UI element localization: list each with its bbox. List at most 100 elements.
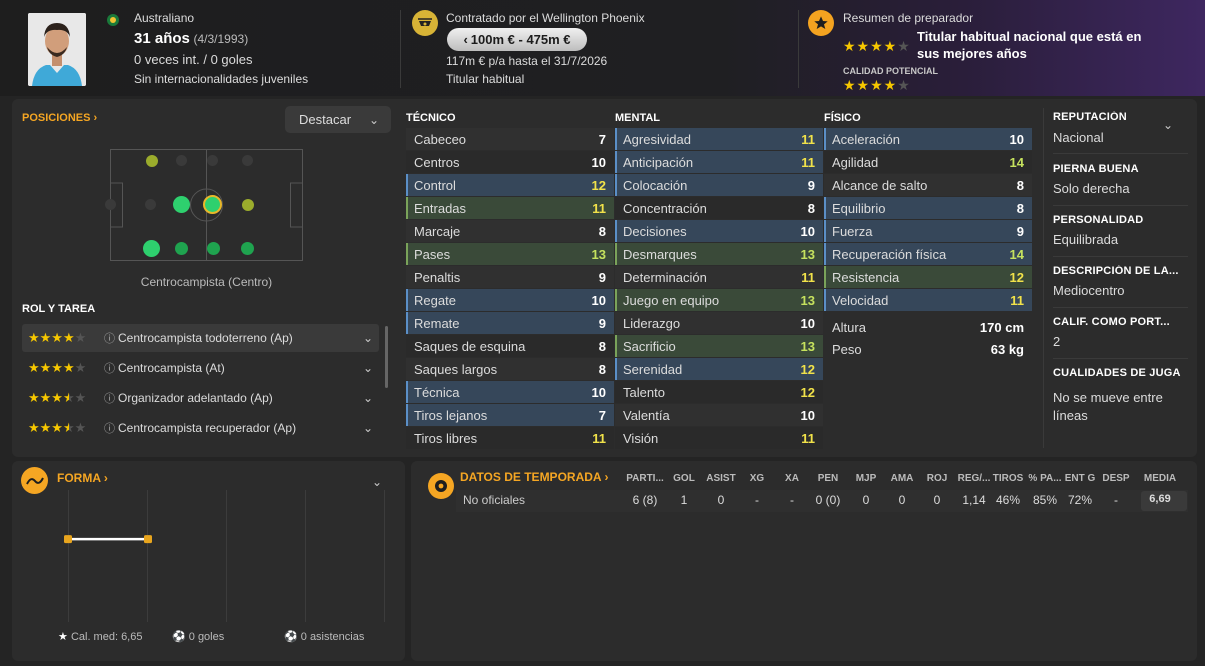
form-link[interactable]: FORMA › [57,471,108,485]
attribute-row[interactable]: Regate 10 [406,289,614,311]
form-icon [21,467,48,494]
attribute-row[interactable]: Centros 10 [406,151,614,173]
attribute-row[interactable]: Sacrificio 13 [615,335,823,357]
form-point[interactable] [64,535,72,544]
attribute-value: 11 [801,131,815,147]
attribute-row[interactable]: Alcance de salto 8 [824,174,1032,196]
coach-report-title[interactable]: Resumen de preparador [843,11,973,25]
attribute-row[interactable]: Visión 11 [615,427,823,449]
attribute-row[interactable]: Agilidad 14 [824,151,1032,173]
info-icon[interactable]: ⓘ [104,360,118,376]
attribute-row[interactable]: Concentración 8 [615,197,823,219]
role-name: Organizador adelantado (Ap) [118,391,273,405]
attribute-value: 10 [591,384,606,400]
positions-link[interactable]: POSICIONES › [22,112,97,124]
attribute-row[interactable]: Juego en equipo 13 [615,289,823,311]
chevron-down-icon[interactable]: ⌄ [363,361,379,375]
attribute-row[interactable]: Desmarques 13 [615,243,823,265]
role-row[interactable]: ★★★★★ ⓘ Centrocampista recuperador (Ap) … [22,414,379,442]
attribute-row[interactable]: Saques largos 8 [406,358,614,380]
role-name: Centrocampista todoterreno (Ap) [118,331,293,345]
attribute-row[interactable]: Talento 12 [615,381,823,403]
season-column-header[interactable]: MEDIA [1136,473,1184,484]
attribute-row[interactable]: Pases 13 [406,243,614,265]
divider [400,10,401,88]
attribute-row[interactable]: Remate 9 [406,312,614,334]
height-label: Altura [832,319,866,335]
attribute-name: Anticipación [623,154,694,170]
attribute-row[interactable]: Velocidad 11 [824,289,1032,311]
info-icon[interactable]: ⓘ [104,390,118,406]
attribute-row[interactable]: Serenidad 12 [615,358,823,380]
attribute-value: 10 [800,223,815,239]
attribute-name: Pases [414,246,451,262]
roles-scrollbar[interactable] [385,326,388,388]
attribute-value: 12 [800,361,815,377]
role-row[interactable]: ★★★★★ ⓘ Centrocampista todoterreno (Ap) … [22,324,379,352]
attribute-row[interactable]: Resistencia 12 [824,266,1032,288]
attribute-row[interactable]: Decisiones 10 [615,220,823,242]
attribute-name: Recuperación física [832,246,947,262]
attribute-row[interactable]: Saques de esquina 8 [406,335,614,357]
attribute-row[interactable]: Recuperación física 14 [824,243,1032,265]
attribute-name: Alcance de salto [832,177,928,193]
attribute-row[interactable]: Fuerza 9 [824,220,1032,242]
chevron-right-icon: › [103,471,108,485]
attribute-value: 8 [598,338,606,354]
attribute-row[interactable]: Cabeceo 7 [406,128,614,150]
attribute-name: Regate [414,292,456,308]
chevron-down-icon[interactable]: ⌄ [1163,118,1173,132]
position-dot-dmc [173,196,190,213]
info-icon[interactable]: ⓘ [104,330,118,346]
attribute-value: 14 [1009,154,1024,170]
attribute-row[interactable]: Técnica 10 [406,381,614,403]
competition-label[interactable]: No oficiales [463,493,525,507]
chevron-down-icon[interactable]: ⌄ [363,391,379,405]
coach-report-icon[interactable] [808,10,834,36]
chevron-down-icon[interactable]: ⌄ [363,421,379,435]
attribute-name: Centros [414,154,460,170]
attribute-row[interactable]: Control 12 [406,174,614,196]
attribute-row[interactable]: Colocación 9 [615,174,823,196]
divider [1053,307,1188,308]
attribute-row[interactable]: Valentía 10 [615,404,823,426]
attribute-value: 12 [800,384,815,400]
attribute-row[interactable]: Entradas 11 [406,197,614,219]
chevron-down-icon[interactable]: ⌄ [363,331,379,345]
weight-label: Peso [832,341,862,357]
position-dot [242,155,253,166]
divider [1043,108,1044,448]
attribute-row[interactable]: Penaltis 9 [406,266,614,288]
attribute-row[interactable]: Marcaje 8 [406,220,614,242]
position-dot [105,199,116,210]
position-dot-dc [175,242,188,255]
role-row[interactable]: ★★★★★ ⓘ Organizador adelantado (Ap) ⌄ [22,384,379,412]
form-point[interactable] [144,535,152,544]
position-dot-ml [146,155,158,167]
season-stats-icon [428,473,454,499]
attribute-row[interactable]: Liderazgo 10 [615,312,823,334]
attribute-row[interactable]: Determinación 11 [615,266,823,288]
potential-label: CALIDAD POTENCIAL [843,66,938,76]
position-dot [145,199,156,210]
contract-title[interactable]: Contratado por el Wellington Phoenix [446,11,645,25]
attribute-row[interactable]: Anticipación 11 [615,151,823,173]
season-column-header[interactable]: DESP [1092,473,1140,484]
attribute-row[interactable]: Equilibrio 8 [824,197,1032,219]
divider [1053,153,1188,154]
chevron-down-icon[interactable]: ⌄ [372,475,382,489]
role-row[interactable]: ★★★★★ ⓘ Centrocampista (At) ⌄ [22,354,379,382]
club-badge-icon[interactable] [412,10,438,36]
season-stats-link[interactable]: DATOS DE TEMPORADA › [460,470,608,484]
attribute-row[interactable]: Agresividad 11 [615,128,823,150]
gridline [226,490,227,622]
highlight-dropdown[interactable]: Destacar ⌄ [285,106,391,133]
attribute-row[interactable]: Aceleración 10 [824,128,1032,150]
attribute-value: 14 [1009,246,1024,262]
attribute-row[interactable]: Tiros libres 11 [406,427,614,449]
media-description-value: Mediocentro [1053,283,1125,298]
attribute-name: Serenidad [623,361,683,377]
attribute-name: Visión [623,430,659,446]
attribute-row[interactable]: Tiros lejanos 7 [406,404,614,426]
info-icon[interactable]: ⓘ [104,420,118,436]
